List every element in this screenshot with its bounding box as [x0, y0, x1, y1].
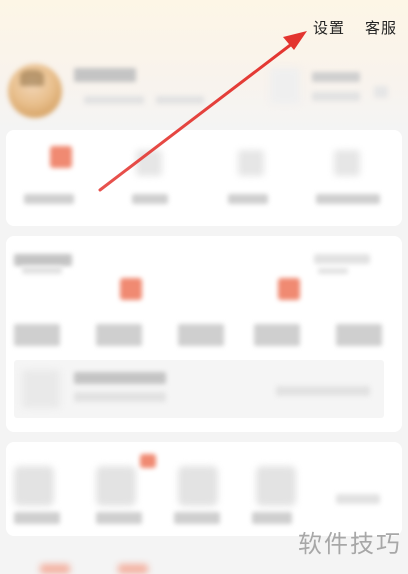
order-status-2[interactable]	[96, 324, 142, 346]
recent-order-thumbnail	[22, 370, 60, 408]
orders-view-all-sub	[318, 268, 348, 274]
quick-function-icon-3[interactable]	[238, 150, 264, 176]
quick-function-icon-1[interactable]	[50, 146, 72, 168]
quick-function-icon-4[interactable]	[334, 150, 360, 176]
bottom-item-2	[118, 564, 148, 574]
service-icon-2[interactable]	[96, 466, 136, 506]
profile-right-icon	[374, 86, 388, 98]
profile-right-subtext	[312, 92, 360, 101]
customer-service-link[interactable]: 客服	[365, 17, 397, 38]
user-info-placeholder-2	[156, 96, 204, 104]
service-icon-4[interactable]	[256, 466, 296, 506]
service-icon-1[interactable]	[14, 466, 54, 506]
profile-right-widget[interactable]	[270, 68, 300, 104]
user-info-placeholder	[84, 96, 144, 104]
service-badge	[140, 454, 156, 468]
service-label-4	[252, 512, 292, 524]
quick-function-label-3	[228, 194, 268, 204]
orders-subtitle	[22, 266, 62, 274]
recent-order-title	[74, 372, 166, 384]
order-status-4[interactable]	[254, 324, 300, 346]
quick-function-label-2	[132, 194, 168, 204]
orders-view-all[interactable]	[314, 254, 370, 264]
bottom-item-1	[40, 564, 70, 574]
quick-function-label-1	[24, 194, 74, 204]
settings-link[interactable]: 设置	[313, 17, 345, 38]
header-background	[0, 0, 408, 130]
order-status-5[interactable]	[336, 324, 382, 346]
username-placeholder	[74, 68, 136, 82]
quick-function-icon-2[interactable]	[136, 150, 162, 176]
avatar[interactable]	[8, 64, 62, 118]
service-label-2	[96, 512, 142, 524]
orders-title	[14, 254, 72, 266]
order-status-3[interactable]	[178, 324, 224, 346]
service-icon-3[interactable]	[178, 466, 218, 506]
service-label-3	[174, 512, 220, 524]
watermark-text: 软件技巧	[298, 530, 402, 558]
quick-function-label-4	[316, 194, 380, 204]
service-more[interactable]	[336, 494, 380, 504]
recent-order-status	[276, 386, 370, 396]
recent-order-desc	[74, 392, 166, 402]
quick-functions-card	[6, 130, 402, 226]
order-status-1[interactable]	[14, 324, 60, 346]
service-label-1	[14, 512, 60, 524]
order-badge-1	[120, 278, 142, 300]
profile-right-text	[312, 72, 360, 82]
order-badge-2	[278, 278, 300, 300]
